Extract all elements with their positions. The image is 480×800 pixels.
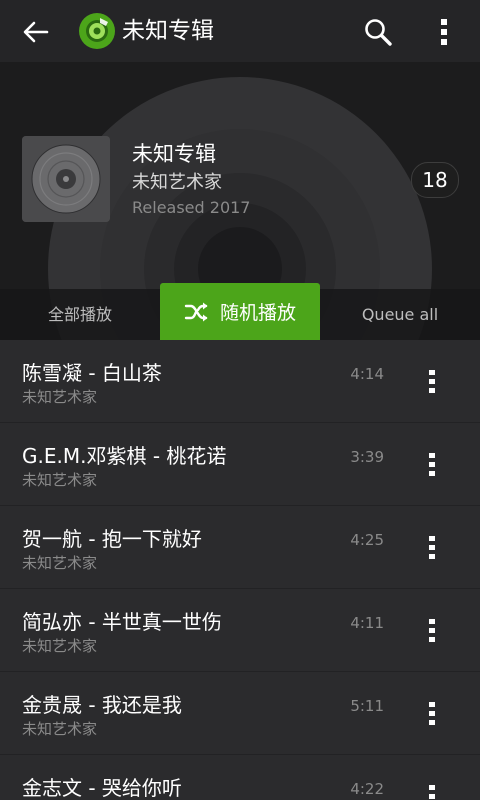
album-artist: 未知艺术家 [132, 172, 222, 193]
song-duration: 3:39 [350, 448, 384, 466]
song-artist: 未知艺术家 [22, 720, 98, 738]
album-release-year: Released 2017 [132, 198, 251, 217]
song-duration: 4:22 [350, 780, 384, 798]
album-title: 未知专辑 [132, 142, 216, 166]
list-item[interactable]: 贺一航 - 抱一下就好 未知艺术家 4:25 [0, 506, 480, 589]
album-cover [22, 136, 110, 222]
song-title: 金志文 - 哭给你听 [22, 776, 182, 800]
song-title: 简弘亦 - 半世真一世伤 [22, 610, 222, 634]
overflow-menu-button[interactable] [424, 12, 464, 52]
song-more-button[interactable] [418, 696, 446, 732]
back-button[interactable] [16, 12, 56, 52]
list-item[interactable]: 金贵晟 - 我还是我 未知艺术家 5:11 [0, 672, 480, 755]
song-title: 贺一航 - 抱一下就好 [22, 527, 202, 551]
more-vertical-icon [429, 619, 435, 642]
more-vertical-icon [429, 785, 435, 799]
song-artist: 未知艺术家 [22, 554, 98, 572]
search-button[interactable] [358, 12, 398, 52]
song-more-button[interactable] [418, 530, 446, 566]
list-item[interactable]: 金志文 - 哭给你听 4:22 [0, 755, 480, 800]
song-more-button[interactable] [418, 364, 446, 400]
more-vertical-icon [441, 19, 447, 45]
song-more-button[interactable] [418, 447, 446, 483]
more-vertical-icon [429, 370, 435, 393]
more-vertical-icon [429, 536, 435, 559]
list-item[interactable]: 简弘亦 - 半世真一世伤 未知艺术家 4:11 [0, 589, 480, 672]
song-more-button[interactable] [418, 779, 446, 800]
song-more-button[interactable] [418, 613, 446, 649]
search-icon [365, 19, 392, 46]
song-title: 金贵晟 - 我还是我 [22, 693, 182, 717]
shuffle-play-button[interactable]: 随机播放 [160, 283, 320, 340]
song-artist: 未知艺术家 [22, 637, 98, 655]
list-item[interactable]: 陈雪凝 - 白山茶 未知艺术家 4:14 [0, 340, 480, 423]
song-artist: 未知艺术家 [22, 388, 98, 406]
song-list: 陈雪凝 - 白山茶 未知艺术家 4:14 G.E.M.邓紫棋 - 桃花诺 未知艺… [0, 340, 480, 800]
music-disc-logo-icon [79, 13, 115, 49]
shuffle-label: 随机播放 [219, 302, 296, 324]
track-count-badge: 18 [411, 162, 459, 198]
song-duration: 5:11 [350, 697, 384, 715]
list-item[interactable]: G.E.M.邓紫棋 - 桃花诺 未知艺术家 3:39 [0, 423, 480, 506]
play-all-button[interactable]: 全部播放 [20, 289, 140, 340]
song-title: G.E.M.邓紫棋 - 桃花诺 [22, 444, 227, 468]
song-artist: 未知艺术家 [22, 471, 98, 489]
top-app-bar: 未知专辑 [0, 0, 480, 62]
arrow-left-icon [23, 21, 49, 43]
song-title: 陈雪凝 - 白山茶 [22, 361, 162, 385]
more-vertical-icon [429, 702, 435, 725]
song-duration: 4:25 [350, 531, 384, 549]
more-vertical-icon [429, 453, 435, 476]
song-duration: 4:11 [350, 614, 384, 632]
shuffle-icon [184, 302, 208, 321]
song-duration: 4:14 [350, 365, 384, 383]
page-title: 未知专辑 [122, 18, 214, 44]
vinyl-disc-icon [22, 136, 110, 222]
queue-all-button[interactable]: Queue all [340, 289, 460, 340]
